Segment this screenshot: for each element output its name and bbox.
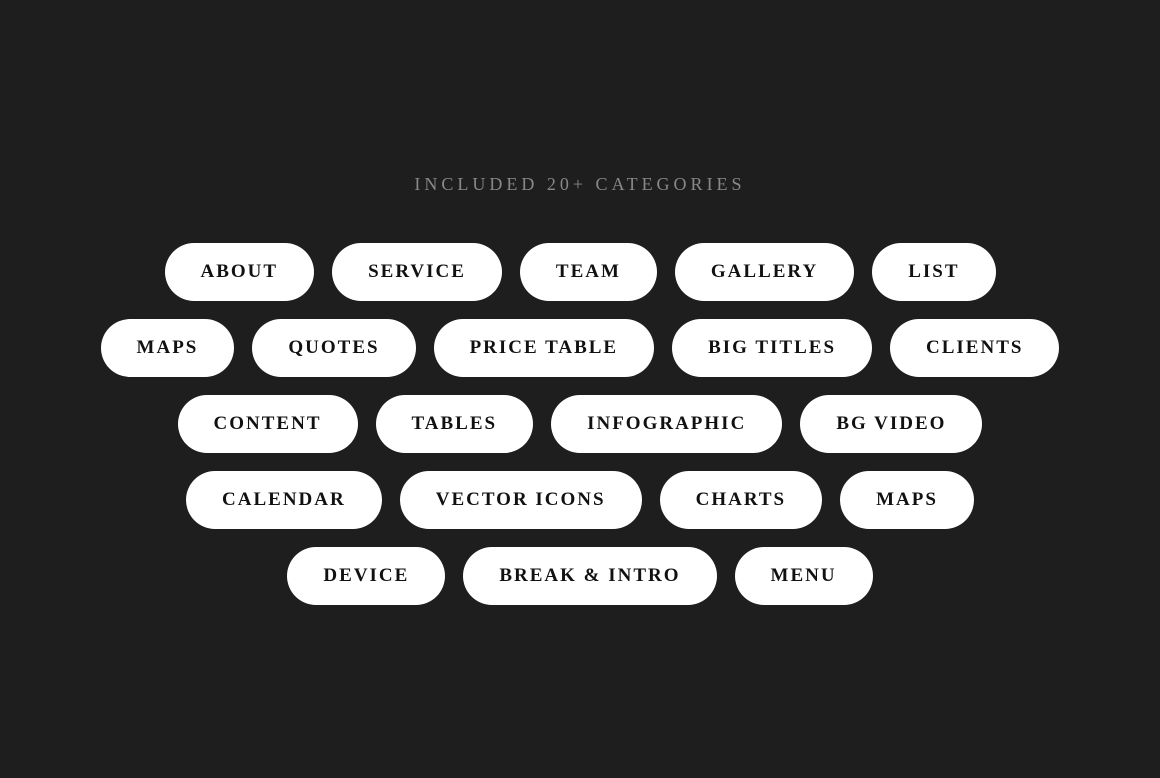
category-tag-bg-video[interactable]: BG VIDEO xyxy=(800,395,982,453)
category-tag-vector-icons[interactable]: VECTOR ICONS xyxy=(400,471,642,529)
category-tag-maps2[interactable]: MAPS xyxy=(840,471,974,529)
category-tag-device[interactable]: DEVICE xyxy=(287,547,445,605)
category-tag-quotes[interactable]: QUOTES xyxy=(252,319,415,377)
category-tag-charts[interactable]: CHARTS xyxy=(660,471,823,529)
categories-container: ABOUT SERVICE TEAM GALLERY LIST MAPS QUOTES PRI… xyxy=(0,243,1160,605)
section-title: INCLUDED 20+ CATEGORIES xyxy=(414,174,745,195)
category-tag-big-titles[interactable]: BIG TITLES xyxy=(672,319,872,377)
category-row-row1: ABOUT SERVICE TEAM GALLERY LIST xyxy=(165,243,996,301)
category-tag-clients[interactable]: CLIENTS xyxy=(890,319,1059,377)
category-row-row2: MAPS QUOTES PRICE TABLE BIG TITLES CLIENTS xyxy=(101,319,1060,377)
category-tag-team[interactable]: TEAM xyxy=(520,243,657,301)
category-tag-content[interactable]: CONTENT xyxy=(178,395,358,453)
category-tag-list[interactable]: LIST xyxy=(872,243,995,301)
category-tag-infographic[interactable]: INFOGRAPHIC xyxy=(551,395,782,453)
category-tag-gallery[interactable]: GALLERY xyxy=(675,243,854,301)
category-tag-about[interactable]: ABOUT xyxy=(165,243,315,301)
category-row-row4: CALENDAR VECTOR ICONS CHARTS MAPS xyxy=(186,471,974,529)
category-row-row5: DEVICE BREAK & INTRO MENU xyxy=(287,547,872,605)
category-tag-menu[interactable]: MENU xyxy=(735,547,873,605)
category-tag-service[interactable]: SERVICE xyxy=(332,243,502,301)
category-tag-calendar[interactable]: CALENDAR xyxy=(186,471,382,529)
category-row-row3: CONTENT TABLES INFOGRAPHIC BG VIDEO xyxy=(178,395,983,453)
category-tag-tables[interactable]: TABLES xyxy=(376,395,534,453)
category-tag-break-intro[interactable]: BREAK & INTRO xyxy=(463,547,716,605)
category-tag-maps[interactable]: MAPS xyxy=(101,319,235,377)
category-tag-price-table[interactable]: PRICE TABLE xyxy=(434,319,655,377)
